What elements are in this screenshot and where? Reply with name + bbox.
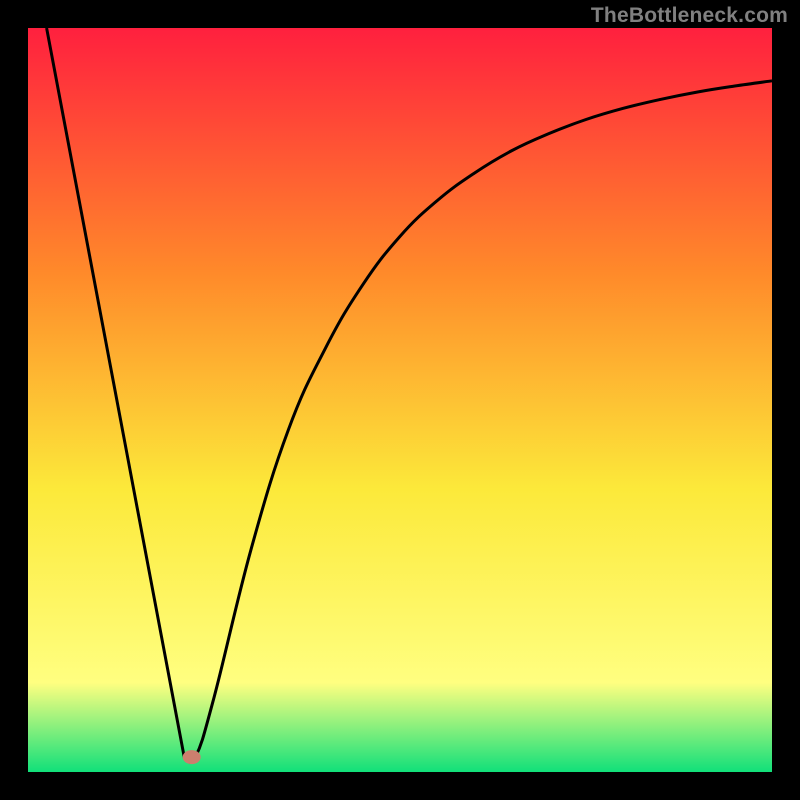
chart-container: TheBottleneck.com — [0, 0, 800, 800]
optimal-marker — [183, 750, 201, 764]
bottleneck-chart — [0, 0, 800, 800]
watermark-text: TheBottleneck.com — [591, 4, 788, 28]
plot-area — [28, 28, 772, 772]
